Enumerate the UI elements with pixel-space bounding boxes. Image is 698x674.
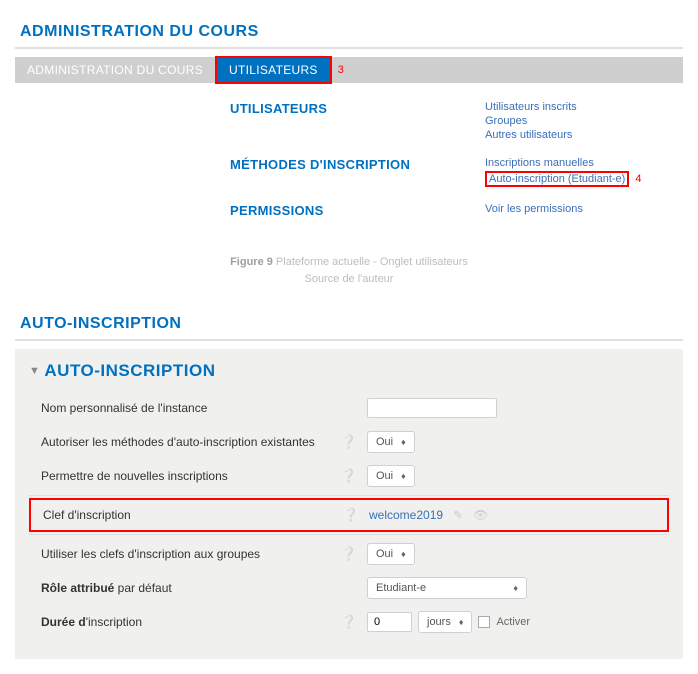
select-value: Oui [376, 436, 393, 448]
tab-bar: ADMINISTRATION DU COURS UTILISATEURS 3 [15, 57, 683, 83]
select-group-keys[interactable]: Oui ♦ [367, 543, 415, 565]
panel-header-auto[interactable]: ▼ AUTO-INSCRIPTION [29, 361, 669, 381]
help-icon[interactable]: ❔ [339, 434, 359, 450]
auto-inscription-form: ▼ AUTO-INSCRIPTION Nom personnalisé de l… [15, 349, 683, 659]
heading-permissions: PERMISSIONS [230, 203, 460, 218]
eye-icon[interactable]: 👁 [473, 508, 488, 522]
input-custom-name[interactable] [367, 398, 497, 418]
figure-caption: Figure 9 Plateforme actuelle - Onglet ut… [15, 254, 683, 287]
section-users: UTILISATEURS Utilisateurs inscrits Group… [15, 93, 683, 149]
help-icon[interactable]: ❔ [339, 546, 359, 562]
field-custom-name: Nom personnalisé de l'instance [29, 391, 669, 425]
heading-methods: MÉTHODES D'INSCRIPTION [230, 157, 460, 187]
caption-line2: Source de l'auteur [305, 273, 394, 285]
caret-icon: ♦ [513, 583, 518, 593]
page-title-admin: ADMINISTRATION DU COURS [15, 15, 683, 49]
caret-icon: ♦ [401, 549, 406, 559]
chevron-down-icon: ▼ [29, 365, 40, 377]
select-value: jours [427, 616, 451, 628]
label-allow-existing: Autoriser les méthodes d'auto-inscriptio… [29, 435, 339, 449]
help-icon[interactable]: ❔ [339, 614, 359, 630]
users-content: UTILISATEURS Utilisateurs inscrits Group… [15, 83, 683, 236]
field-enrol-key: Clef d'inscription ❔ welcome2019 ✎ 👁 [29, 498, 669, 532]
section-enrol-methods: MÉTHODES D'INSCRIPTION Inscriptions manu… [15, 149, 683, 195]
field-allow-existing: Autoriser les méthodes d'auto-inscriptio… [29, 425, 669, 459]
field-allow-new: Permettre de nouvelles inscriptions ❔ Ou… [29, 459, 669, 493]
select-value: Oui [376, 470, 393, 482]
select-default-role[interactable]: Etudiant-e ♦ [367, 577, 527, 599]
select-value: Etudiant-e [376, 582, 426, 594]
section-permissions: PERMISSIONS Voir les permissions [15, 195, 683, 226]
link-self-enrol[interactable]: Auto-inscription (Etudiant-e) [485, 171, 629, 187]
link-view-permissions[interactable]: Voir les permissions [485, 203, 583, 215]
label-custom-name: Nom personnalisé de l'instance [29, 401, 339, 415]
input-duration[interactable] [367, 612, 412, 632]
page-title-auto: AUTO-INSCRIPTION [15, 307, 683, 341]
checkbox-activate[interactable] [478, 616, 490, 628]
label-enrol-key: Clef d'inscription [31, 508, 341, 522]
label-group-keys: Utiliser les clefs d'inscription aux gro… [29, 547, 339, 561]
field-group-keys: Utiliser les clefs d'inscription aux gro… [29, 537, 669, 571]
label-default-role: Rôle attribué par défaut [29, 581, 339, 595]
help-icon[interactable]: ❔ [339, 468, 359, 484]
help-icon[interactable]: ❔ [341, 507, 361, 523]
pencil-icon[interactable]: ✎ [453, 508, 463, 522]
label-duration: Durée d'inscription [29, 615, 339, 629]
field-default-role: Rôle attribué par défaut Etudiant-e ♦ [29, 571, 669, 605]
annotation-4: 4 [635, 173, 641, 185]
enrol-key-value: welcome2019 [369, 508, 443, 522]
select-allow-new[interactable]: Oui ♦ [367, 465, 415, 487]
link-manual-enrol[interactable]: Inscriptions manuelles [485, 157, 641, 169]
caption-prefix: Figure 9 [230, 256, 273, 268]
field-duration: Durée d'inscription ❔ jours ♦ Activer [29, 605, 669, 639]
tab-admin[interactable]: ADMINISTRATION DU COURS [15, 58, 215, 82]
select-duration-unit[interactable]: jours ♦ [418, 611, 472, 633]
link-groups[interactable]: Groupes [485, 115, 577, 127]
select-allow-existing[interactable]: Oui ♦ [367, 431, 415, 453]
caret-icon: ♦ [401, 437, 406, 447]
select-value: Oui [376, 548, 393, 560]
caret-icon: ♦ [459, 617, 464, 627]
link-enrolled-users[interactable]: Utilisateurs inscrits [485, 101, 577, 113]
caption-line1: Plateforme actuelle - Onglet utilisateur… [273, 256, 468, 268]
annotation-3: 3 [338, 64, 344, 76]
tab-users[interactable]: UTILISATEURS [215, 56, 332, 84]
heading-users: UTILISATEURS [230, 101, 460, 141]
caret-icon: ♦ [401, 471, 406, 481]
label-allow-new: Permettre de nouvelles inscriptions [29, 469, 339, 483]
label-activate: Activer [496, 616, 530, 628]
link-other-users[interactable]: Autres utilisateurs [485, 129, 577, 141]
panel-title: AUTO-INSCRIPTION [44, 361, 215, 381]
